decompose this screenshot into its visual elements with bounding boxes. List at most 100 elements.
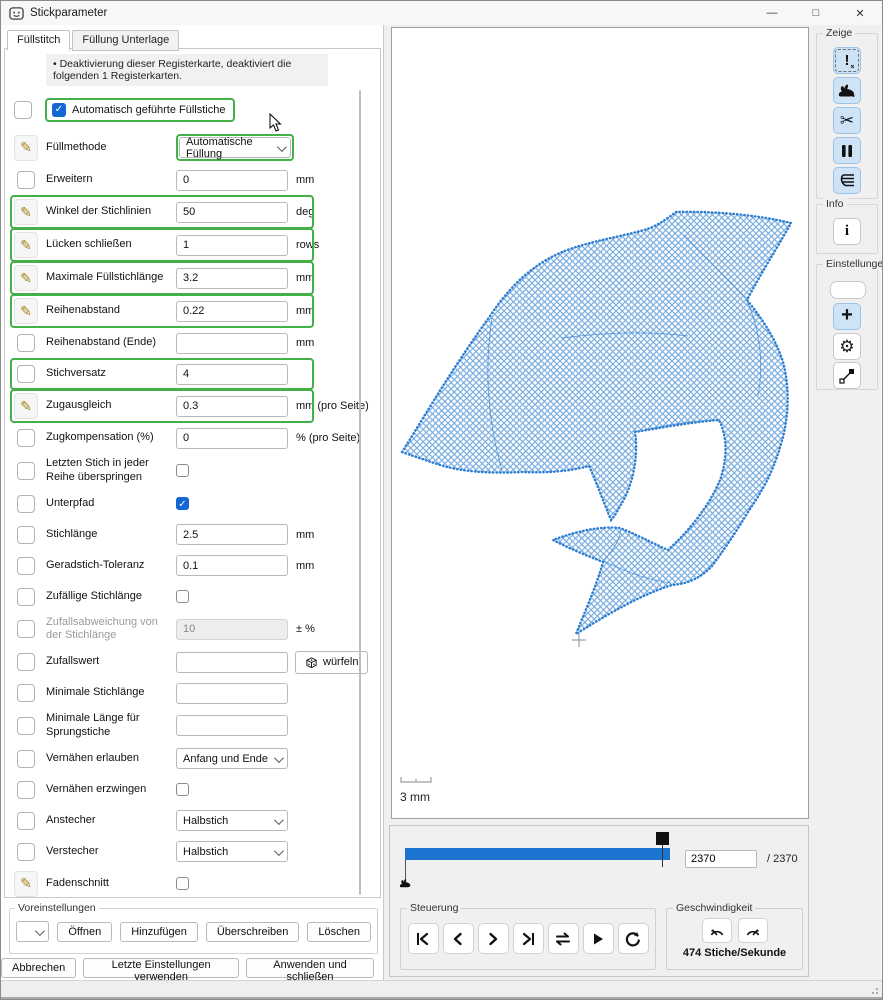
param-input[interactable] — [176, 235, 288, 256]
param-select[interactable]: Anfang und Ende — [176, 748, 288, 769]
row-enable-checkbox[interactable] — [17, 684, 35, 702]
show-trims-button[interactable]: ✂ — [833, 107, 861, 134]
open-preset-button[interactable]: Öffnen — [57, 922, 112, 942]
param-input[interactable] — [176, 396, 288, 417]
animation-button[interactable] — [833, 77, 861, 104]
param-input[interactable] — [176, 555, 288, 576]
param-input[interactable] — [176, 268, 288, 289]
param-label: Zufallswert — [46, 655, 168, 669]
rabbit-marker-icon — [398, 878, 413, 889]
row-enable-checkbox[interactable] — [17, 462, 35, 480]
node-edit-button[interactable] — [833, 362, 861, 389]
info-button[interactable]: i — [833, 218, 861, 245]
speed-down-button[interactable] — [702, 918, 732, 943]
step-back-button[interactable] — [443, 923, 474, 954]
show-stitch-plan-button[interactable] — [833, 167, 861, 194]
param-row: ✎Fadenschnitt — [14, 871, 374, 897]
wuerfeln-button[interactable]: würfeln — [295, 651, 368, 674]
param-input[interactable] — [176, 170, 288, 191]
row-enable-checkbox[interactable] — [17, 812, 35, 830]
maximize-button[interactable]: □ — [794, 1, 838, 25]
row-enable-checkbox[interactable] — [17, 750, 35, 768]
preset-select[interactable] — [16, 921, 49, 942]
steuerung-groupbox: Steuerung — [400, 908, 656, 970]
param-row: Vernähen erzwingen — [14, 778, 374, 802]
show-stops-button[interactable] — [833, 137, 861, 164]
delete-preset-button[interactable]: Löschen — [307, 922, 371, 942]
param-input[interactable] — [176, 202, 288, 223]
resize-grip[interactable] — [869, 985, 879, 995]
stitch-preview-canvas[interactable]: 3 mm — [391, 27, 809, 819]
row-enable-checkbox[interactable] — [17, 495, 35, 513]
param-input[interactable] — [176, 619, 288, 640]
autofill-checkbox[interactable]: ✓ — [52, 103, 66, 117]
speed-up-button[interactable] — [738, 918, 768, 943]
param-select[interactable]: Halbstich — [176, 810, 288, 831]
color-swatch-button[interactable] — [830, 281, 866, 299]
speed-down-icon — [709, 924, 725, 938]
row-enable-checkbox[interactable] — [17, 588, 35, 606]
row-enable-checkbox[interactable] — [17, 843, 35, 861]
skip-start-button[interactable] — [408, 923, 439, 954]
overwrite-preset-button[interactable]: Überschreiben — [206, 922, 300, 942]
param-input[interactable] — [176, 524, 288, 545]
row-enable-checkbox[interactable] — [17, 334, 35, 352]
row-enable-checkbox[interactable] — [17, 653, 35, 671]
param-row: Unterpfad✓ — [14, 492, 374, 516]
step-forward-button[interactable] — [478, 923, 509, 954]
row-enable-checkbox[interactable] — [14, 101, 32, 119]
geschwindigkeit-label: Geschwindigkeit — [673, 902, 755, 914]
row-enable-checkbox[interactable] — [17, 171, 35, 189]
row-enable-checkbox[interactable] — [17, 526, 35, 544]
scrollbar[interactable] — [359, 90, 361, 895]
loop-direction-button[interactable] — [548, 923, 579, 954]
stitch-slider-track[interactable] — [405, 848, 670, 860]
pencil-icon[interactable]: ✎ — [14, 199, 38, 225]
row-enable-checkbox[interactable] — [17, 365, 35, 383]
play-button[interactable] — [583, 923, 614, 954]
tab-fuellung-unterlage[interactable]: Füllung Unterlage — [72, 30, 179, 51]
param-input[interactable] — [176, 652, 288, 673]
param-checkbox[interactable]: ✓ — [176, 497, 189, 510]
stitch-slider-handle[interactable] — [656, 832, 669, 845]
param-input[interactable] — [176, 333, 288, 354]
row-enable-checkbox[interactable] — [17, 557, 35, 575]
add-preset-button[interactable]: Hinzufügen — [120, 922, 198, 942]
pencil-icon[interactable]: ✎ — [14, 232, 38, 258]
skip-end-button[interactable] — [513, 923, 544, 954]
param-unit: mm — [296, 174, 314, 186]
restart-button[interactable] — [618, 923, 649, 954]
param-select[interactable]: Halbstich — [176, 841, 288, 862]
param-select[interactable]: Automatische Füllung — [179, 137, 291, 158]
add-icon: + — [841, 304, 853, 327]
row-enable-checkbox[interactable] — [17, 429, 35, 447]
pencil-icon[interactable]: ✎ — [14, 871, 38, 897]
param-input[interactable] — [176, 364, 288, 385]
apply-and-close-button[interactable]: Anwenden und schließen — [246, 958, 374, 978]
pencil-icon[interactable]: ✎ — [14, 135, 38, 161]
stitch-position-input[interactable] — [685, 850, 757, 868]
row-enable-checkbox[interactable] — [17, 781, 35, 799]
add-button[interactable]: + — [833, 303, 861, 330]
settings-button[interactable]: ⚙ — [833, 333, 861, 360]
param-checkbox[interactable] — [176, 464, 189, 477]
minimize-button[interactable]: — — [750, 1, 794, 25]
row-enable-checkbox[interactable] — [17, 717, 35, 735]
param-label: Letzten Stich in jeder Reihe überspringe… — [46, 457, 168, 485]
pencil-icon[interactable]: ✎ — [14, 265, 38, 291]
param-input[interactable] — [176, 428, 288, 449]
tab-fuellstitch[interactable]: Füllstitch — [7, 30, 70, 51]
param-checkbox[interactable] — [176, 590, 189, 603]
cancel-button[interactable]: Abbrechen — [1, 958, 76, 978]
show-command-points-button[interactable]: !× — [833, 47, 861, 74]
close-button[interactable]: ✕ — [838, 1, 882, 25]
use-last-settings-button[interactable]: Letzte Einstellungen verwenden — [83, 958, 239, 978]
param-checkbox[interactable] — [176, 783, 189, 796]
pencil-icon[interactable]: ✎ — [14, 298, 38, 324]
param-input[interactable] — [176, 715, 288, 736]
param-checkbox[interactable] — [176, 877, 189, 890]
param-input[interactable] — [176, 683, 288, 704]
row-enable-checkbox[interactable] — [17, 620, 35, 638]
param-input[interactable] — [176, 301, 288, 322]
pencil-icon[interactable]: ✎ — [14, 393, 38, 419]
